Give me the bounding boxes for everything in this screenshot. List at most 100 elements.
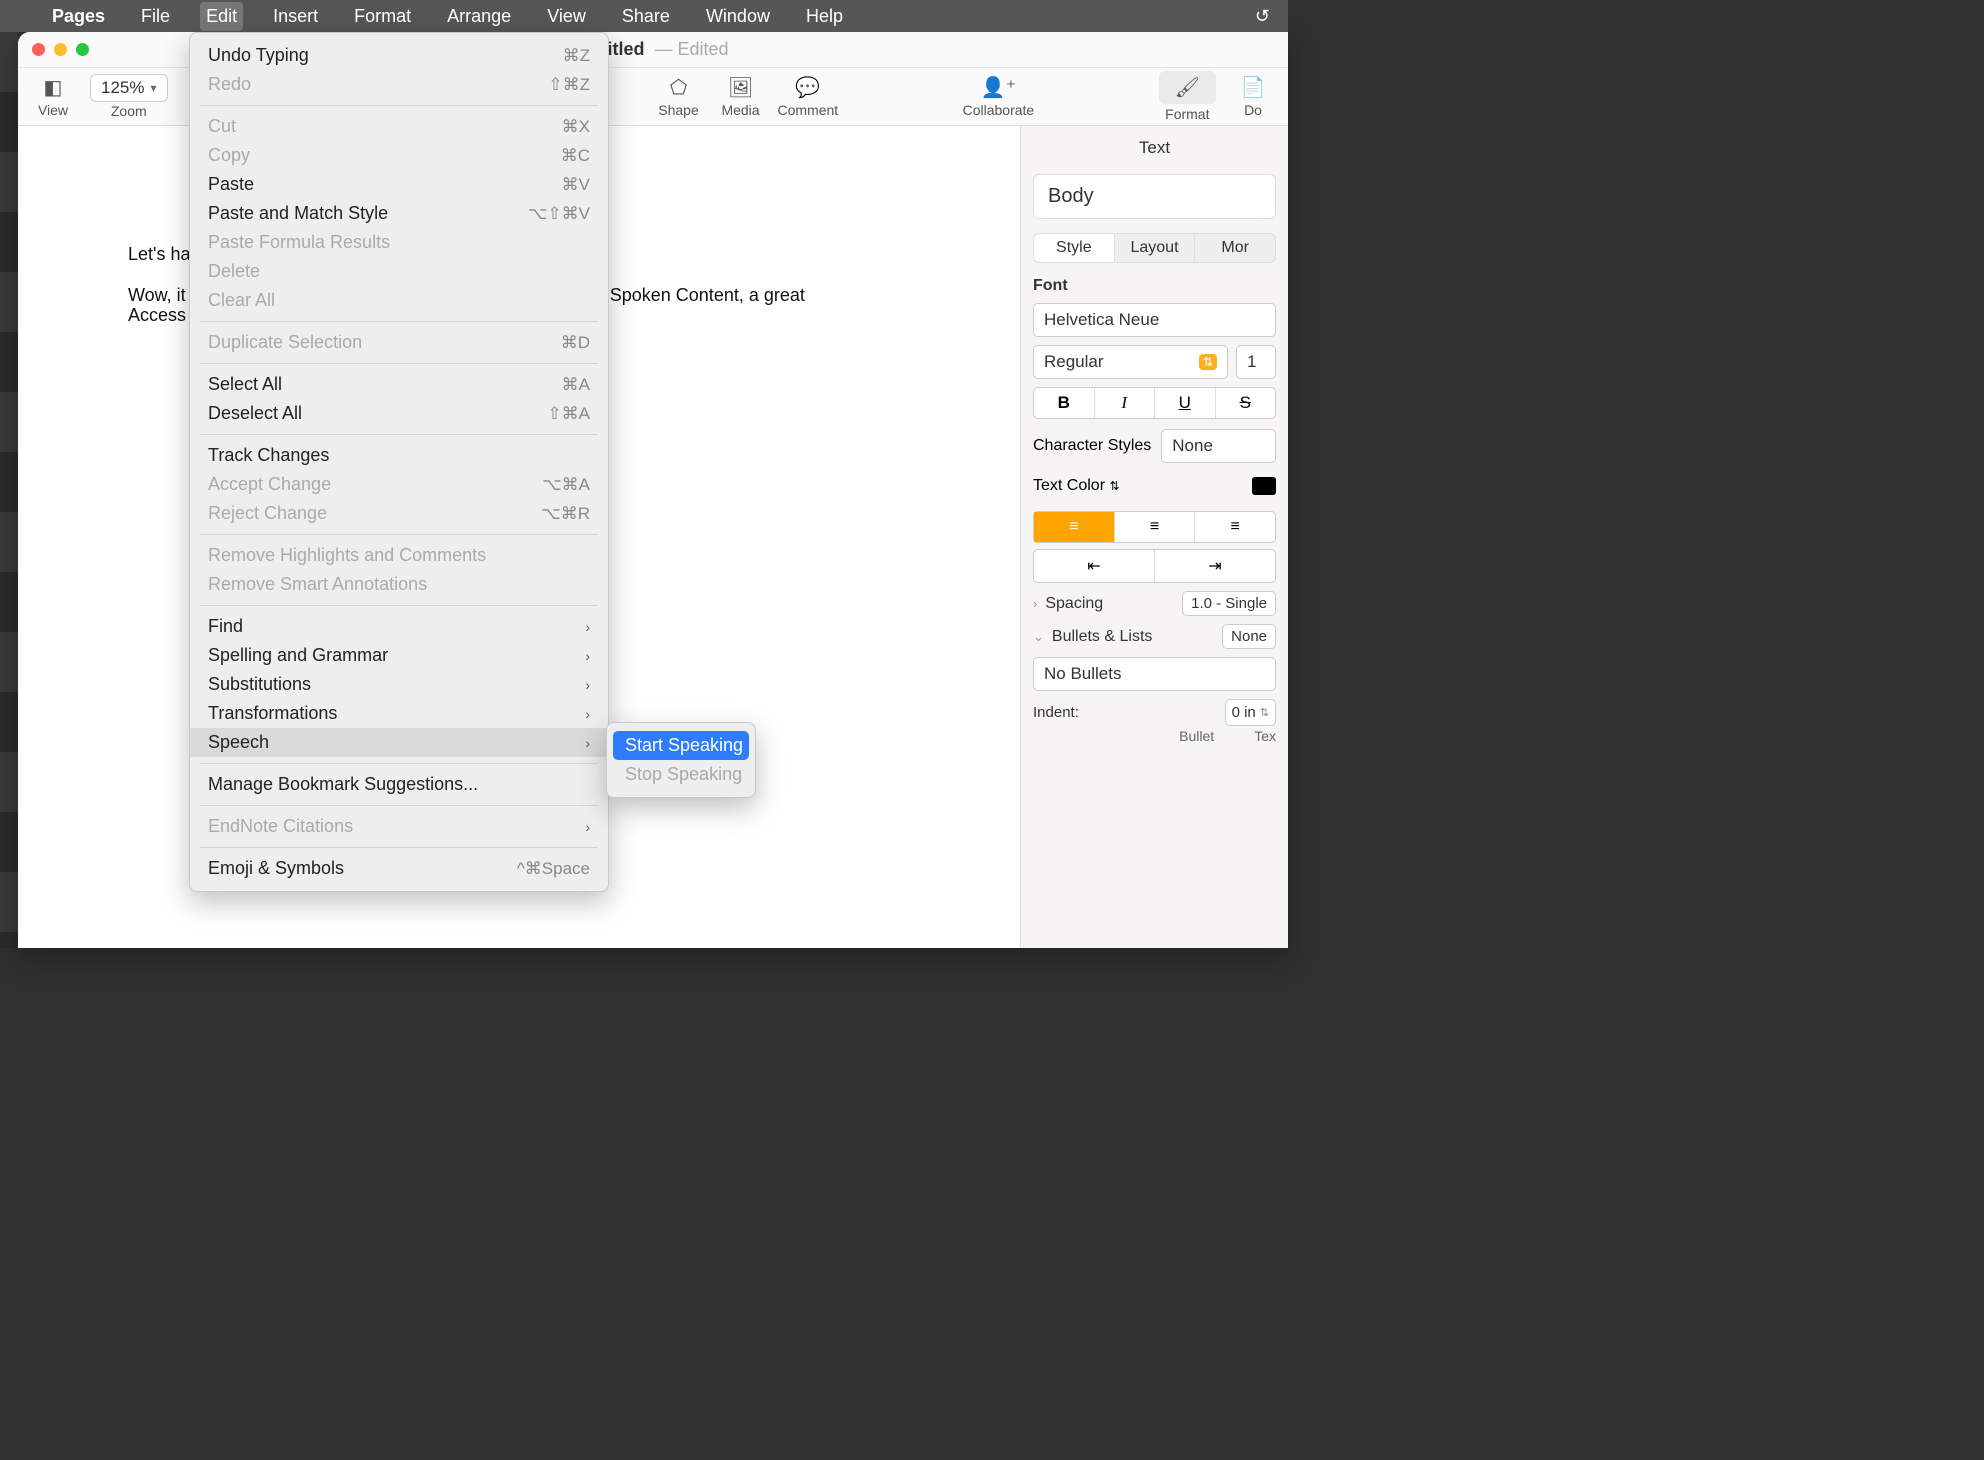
menu-arrange[interactable]: Arrange — [441, 2, 517, 31]
toolbar-shape[interactable]: ⬠ Shape — [654, 75, 704, 118]
chevron-right-icon: › — [585, 619, 590, 635]
character-styles-select[interactable]: None — [1161, 429, 1276, 463]
toolbar-format-label: Format — [1165, 106, 1209, 122]
zoom-value: 125% — [101, 78, 144, 98]
text-color-swatch[interactable] — [1252, 477, 1276, 495]
chevron-down-icon: ⌄ — [1033, 629, 1044, 645]
spacing-label: Spacing — [1045, 595, 1103, 613]
italic-button[interactable]: I — [1095, 388, 1156, 418]
chevron-right-icon: › — [1033, 596, 1037, 611]
segment-layout[interactable]: Layout — [1115, 234, 1196, 262]
menu-stop-speaking[interactable]: Stop Speaking — [607, 760, 755, 789]
font-family-select[interactable]: Helvetica Neue — [1033, 303, 1276, 337]
macos-menubar: Pages File Edit Insert Format Arrange Vi… — [0, 0, 1288, 32]
menu-start-speaking[interactable]: Start Speaking — [613, 731, 749, 760]
menu-select-all[interactable]: Select All⌘A — [190, 370, 608, 399]
underline-button[interactable]: U — [1155, 388, 1216, 418]
toolbar-media[interactable]: 🖼 Media — [716, 75, 766, 118]
sidebar-icon: ◧ — [44, 75, 63, 100]
window-minimize-button[interactable] — [54, 43, 67, 56]
doc-text-line2b: use Spoken Content, a great — [576, 285, 805, 305]
menu-reject-change[interactable]: Reject Change⌥⌘R — [190, 499, 608, 528]
font-style-select[interactable]: Regular⇅ — [1033, 345, 1228, 379]
menu-deselect-all[interactable]: Deselect All⇧⌘A — [190, 399, 608, 428]
toolbar-collaborate-label: Collaborate — [963, 102, 1035, 118]
document-icon: 📄 — [1241, 75, 1266, 100]
menu-spelling[interactable]: Spelling and Grammar› — [190, 641, 608, 670]
menu-share[interactable]: Share — [616, 2, 676, 31]
align-center-button[interactable]: ≡ — [1115, 512, 1196, 542]
menu-window[interactable]: Window — [700, 2, 776, 31]
media-icon: 🖼 — [728, 75, 753, 100]
format-inspector: Text Body Style Layout Mor Font Helvetic… — [1020, 126, 1288, 948]
menu-speech[interactable]: Speech› — [190, 728, 608, 757]
menu-edit[interactable]: Edit — [200, 2, 243, 31]
stepper-icon: ⇅ — [1199, 354, 1217, 370]
paragraph-style-select[interactable]: Body — [1033, 174, 1276, 219]
bullet-indent-field[interactable]: 0 in⇅ — [1225, 699, 1276, 726]
menu-remove-highlights[interactable]: Remove Highlights and Comments — [190, 541, 608, 570]
window-close-button[interactable] — [32, 43, 45, 56]
menu-track-changes[interactable]: Track Changes — [190, 441, 608, 470]
align-left-button[interactable]: ≡ — [1034, 512, 1115, 542]
inspector-tab-text[interactable]: Text — [1021, 134, 1288, 166]
zoom-label: Zoom — [111, 103, 147, 119]
menu-cut[interactable]: Cut⌘X — [190, 112, 608, 141]
menu-remove-smart[interactable]: Remove Smart Annotations — [190, 570, 608, 599]
edit-menu-dropdown: Undo Typing⌘Z Redo⇧⌘Z Cut⌘X Copy⌘C Paste… — [189, 32, 609, 892]
bullets-select[interactable]: None — [1222, 624, 1276, 649]
toolbar-view[interactable]: ◧ View — [28, 75, 78, 118]
speech-submenu: Start Speaking Stop Speaking — [606, 722, 756, 798]
window-zoom-button[interactable] — [76, 43, 89, 56]
menu-duplicate[interactable]: Duplicate Selection⌘D — [190, 328, 608, 357]
strikethrough-button[interactable]: S — [1216, 388, 1276, 418]
indent-label: Indent: — [1033, 704, 1079, 721]
menu-accept-change[interactable]: Accept Change⌥⌘A — [190, 470, 608, 499]
spacing-disclosure[interactable]: › Spacing 1.0 - Single — [1033, 591, 1276, 616]
menu-emoji[interactable]: Emoji & Symbols^⌘Space — [190, 854, 608, 883]
segment-style[interactable]: Style — [1034, 234, 1115, 262]
menu-format[interactable]: Format — [348, 2, 417, 31]
menu-file[interactable]: File — [135, 2, 176, 31]
menu-copy[interactable]: Copy⌘C — [190, 141, 608, 170]
chevron-right-icon: › — [585, 706, 590, 722]
menu-undo[interactable]: Undo Typing⌘Z — [190, 41, 608, 70]
menu-transformations[interactable]: Transformations› — [190, 699, 608, 728]
menu-redo[interactable]: Redo⇧⌘Z — [190, 70, 608, 99]
menu-paste-formula[interactable]: Paste Formula Results — [190, 228, 608, 257]
menu-substitutions[interactable]: Substitutions› — [190, 670, 608, 699]
menu-insert[interactable]: Insert — [267, 2, 324, 31]
toolbar-comment[interactable]: 💬 Comment — [778, 75, 839, 118]
align-right-button[interactable]: ≡ — [1195, 512, 1275, 542]
toolbar-media-label: Media — [721, 102, 759, 118]
chevron-right-icon: › — [585, 648, 590, 664]
bullets-disclosure[interactable]: ⌄ Bullets & Lists None — [1033, 624, 1276, 649]
time-machine-icon[interactable]: ↺ — [1255, 6, 1270, 27]
outdent-button[interactable]: ⇤ — [1034, 550, 1155, 582]
app-menu[interactable]: Pages — [46, 2, 111, 31]
spacing-select[interactable]: 1.0 - Single — [1182, 591, 1276, 616]
toolbar-format[interactable]: 🖌 Format — [1159, 71, 1216, 122]
menu-paste-match[interactable]: Paste and Match Style⌥⇧⌘V — [190, 199, 608, 228]
menu-bookmarks[interactable]: Manage Bookmark Suggestions... — [190, 770, 608, 799]
font-size-field[interactable]: 1 — [1236, 345, 1276, 379]
toolbar-zoom[interactable]: 125% ▾ Zoom — [90, 74, 168, 119]
indent-buttons: ⇤ ⇥ — [1033, 549, 1276, 583]
segment-more[interactable]: Mor — [1195, 234, 1275, 262]
menu-clear-all[interactable]: Clear All — [190, 286, 608, 315]
bullets-label: Bullets & Lists — [1052, 628, 1152, 646]
collaborate-icon: 👤⁺ — [981, 75, 1016, 100]
menu-delete[interactable]: Delete — [190, 257, 608, 286]
menu-endnote[interactable]: EndNote Citations› — [190, 812, 608, 841]
indent-button[interactable]: ⇥ — [1155, 550, 1275, 582]
menu-paste[interactable]: Paste⌘V — [190, 170, 608, 199]
bold-button[interactable]: B — [1034, 388, 1095, 418]
toolbar-collaborate[interactable]: 👤⁺ Collaborate — [963, 75, 1035, 118]
text-style-buttons: B I U S — [1033, 387, 1276, 419]
toolbar-document[interactable]: 📄 Do — [1228, 75, 1278, 118]
menu-view[interactable]: View — [541, 2, 592, 31]
menu-help[interactable]: Help — [800, 2, 849, 31]
bullets-style-select[interactable]: No Bullets — [1033, 657, 1276, 691]
shape-icon: ⬠ — [670, 75, 687, 100]
menu-find[interactable]: Find› — [190, 612, 608, 641]
